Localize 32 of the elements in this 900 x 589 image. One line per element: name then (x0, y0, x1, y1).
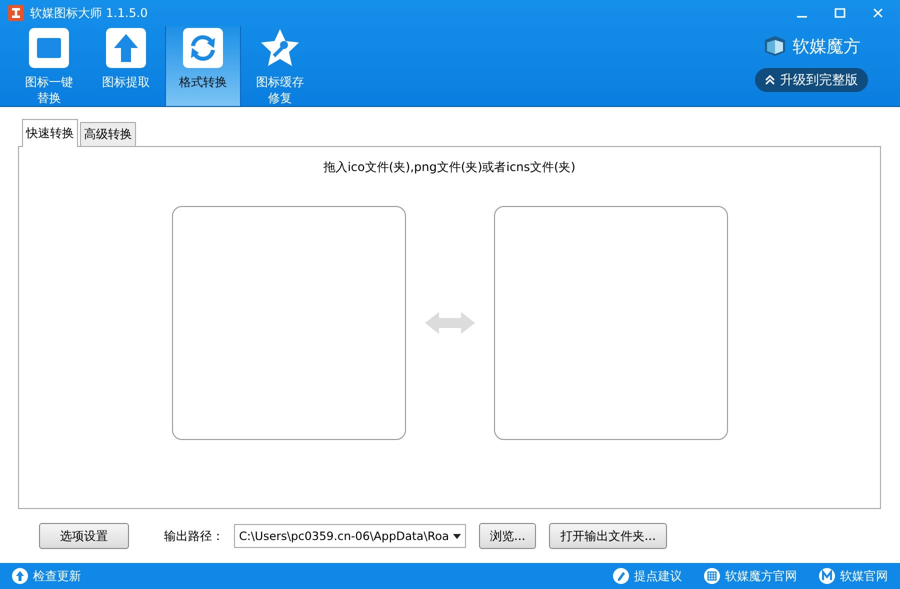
app-icon (8, 5, 24, 21)
dropdown-arrow-icon (453, 534, 461, 538)
brand-name: 软媒魔方 (792, 36, 860, 58)
close-icon[interactable] (872, 7, 884, 19)
footer-link[interactable]: 提点建议 (613, 568, 682, 584)
browse-button[interactable]: 浏览... (479, 523, 536, 549)
footer-link[interactable]: 软媒官网 (819, 568, 888, 584)
maximize-icon[interactable] (834, 7, 846, 19)
output-path-label: 输出路径： (164, 528, 224, 544)
upgrade-button[interactable]: 升级到完整版 (755, 68, 868, 92)
toolbar-button[interactable]: 图标提取 (88, 26, 164, 106)
check-update-link[interactable]: 检查更新 (12, 568, 81, 584)
tab[interactable]: 高级转换 (80, 122, 136, 146)
toolbar-button[interactable]: 图标缓存 修复 (242, 26, 318, 106)
drop-hint: 拖入ico文件(夹),png文件(夹)或者icns文件(夹) (324, 159, 576, 176)
options-button[interactable]: 选项设置 (39, 523, 129, 549)
m-logo-icon (819, 568, 835, 584)
double-arrow-icon (424, 312, 474, 334)
cube-icon (762, 34, 786, 58)
output-path-dropdown[interactable]: C:\Users\pc0359.cn-06\AppData\Roa (234, 524, 466, 548)
window-title: 软媒图标大师 1.1.5.0 (30, 4, 148, 22)
pen-icon (613, 568, 629, 584)
toolbar-button[interactable]: 格式转换 (165, 26, 241, 106)
upload-icon (12, 568, 28, 584)
tab[interactable]: 快速转换 (22, 119, 78, 147)
open-folder-button[interactable]: 打开输出文件夹... (549, 523, 667, 549)
footer-link[interactable]: 软媒魔方官网 (704, 568, 797, 584)
grid-icon (704, 568, 720, 584)
refresh-icon (181, 26, 225, 70)
window-icon (27, 26, 71, 70)
toolbar-button[interactable]: 图标一键 替换 (11, 26, 87, 106)
double-chevron-icon (765, 74, 775, 86)
